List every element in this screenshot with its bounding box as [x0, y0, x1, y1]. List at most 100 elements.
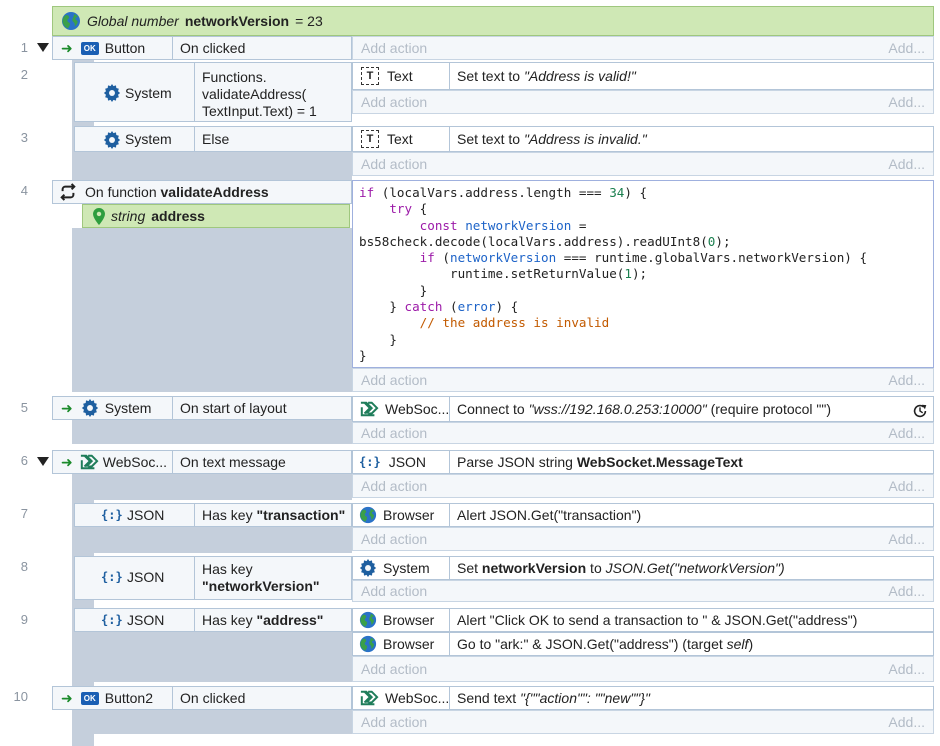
event-2-condition[interactable]: System Functions. validateAddress( TextI…: [74, 62, 352, 122]
add-action-link[interactable]: Add action: [361, 531, 427, 547]
event-7-condition[interactable]: {:} JSON Has key "transaction": [74, 503, 352, 527]
event-object-name: JSON: [127, 507, 165, 523]
add-action-row[interactable]: Add action Add...: [352, 580, 934, 602]
code-token: ) {: [495, 299, 519, 315]
code-line: } catch (error) {: [359, 299, 927, 315]
code-token: );: [715, 233, 731, 249]
event-object-name: JSON: [127, 612, 165, 628]
event-5-condition[interactable]: ➜ System On start of layout: [52, 396, 352, 420]
add-action-link[interactable]: Add action: [361, 156, 427, 172]
add-short-link[interactable]: Add...: [888, 583, 925, 599]
code-token: 1: [624, 266, 632, 282]
global-var-value: = 23: [295, 13, 323, 29]
add-short-link[interactable]: Add...: [888, 714, 925, 730]
gear-icon: [359, 559, 377, 577]
action-object-name: Browser: [383, 507, 435, 523]
code-token: // the address is invalid: [419, 315, 610, 331]
add-short-link[interactable]: Add...: [888, 661, 925, 677]
collapse-triangle-icon[interactable]: [37, 457, 49, 466]
add-action-row[interactable]: Add action Add...: [352, 36, 934, 60]
add-short-link[interactable]: Add...: [888, 531, 925, 547]
script-code-block[interactable]: if (localVars.address.length === 34) { t…: [352, 180, 934, 368]
add-action-row[interactable]: Add action Add...: [352, 656, 934, 682]
add-short-link[interactable]: Add...: [888, 94, 925, 110]
add-action-link[interactable]: Add action: [361, 583, 427, 599]
global-var-type: Global number: [87, 13, 179, 29]
add-action-link[interactable]: Add action: [361, 40, 427, 56]
action-text: Set text to "Address is invalid.": [457, 131, 647, 147]
add-action-row[interactable]: Add action Add...: [352, 368, 934, 392]
code-line: runtime.setReturnValue(1);: [359, 266, 927, 282]
row-number: 2: [20, 67, 28, 82]
collapse-triangle-icon[interactable]: [37, 43, 49, 52]
add-action-link[interactable]: Add action: [361, 661, 427, 677]
param-type: string: [111, 208, 146, 224]
event-condition-text: Has key "address": [202, 612, 324, 628]
add-action-row[interactable]: Add action Add...: [352, 90, 934, 114]
add-action-row[interactable]: Add action Add...: [352, 474, 934, 498]
action-text: Set text to "Address is valid!": [457, 68, 636, 84]
code-line: if (localVars.address.length === 34) {: [359, 185, 927, 201]
event-9-condition[interactable]: {:} JSON Has key "address": [74, 608, 352, 632]
add-short-link[interactable]: Add...: [888, 425, 925, 441]
global-var-name: networkVersion: [184, 13, 290, 29]
refresh-clock-icon[interactable]: [911, 402, 929, 420]
event-4-function-header[interactable]: On function validateAddress: [52, 180, 352, 204]
add-short-link[interactable]: Add...: [888, 40, 925, 56]
code-line: bs58check.decode(localVars.address).read…: [359, 234, 927, 250]
event-6-action[interactable]: {:} JSON Parse JSON string WebSocket.Mes…: [352, 450, 934, 474]
event-10-condition[interactable]: ➜ OK Button2 On clicked: [52, 686, 352, 710]
globe-icon: [359, 635, 377, 653]
event-10-action[interactable]: WebSoc... Send text "{""action"": ""new"…: [352, 686, 934, 710]
globe-icon: [359, 506, 377, 524]
event-1-condition[interactable]: ➜ OK Button On clicked: [52, 36, 352, 60]
code-token: error: [457, 299, 496, 315]
event-5-action[interactable]: WebSoc... Connect to "wss://192.168.0.25…: [352, 396, 934, 422]
add-action-link[interactable]: Add action: [361, 372, 427, 388]
add-action-row[interactable]: Add action Add...: [352, 527, 934, 551]
add-action-link[interactable]: Add action: [361, 478, 427, 494]
event-condition-text: On start of layout: [180, 400, 287, 416]
action-text: Alert "Click OK to send a transaction to…: [457, 612, 858, 628]
event-8-action[interactable]: System Set networkVersion to JSON.Get("n…: [352, 556, 934, 580]
button-ok-icon: OK: [80, 41, 99, 55]
code-token: =: [571, 217, 587, 233]
add-action-link[interactable]: Add action: [361, 714, 427, 730]
add-short-link[interactable]: Add...: [888, 478, 925, 494]
add-action-row[interactable]: Add action Add...: [352, 422, 934, 444]
add-action-row[interactable]: Add action Add...: [352, 152, 934, 176]
event-9-action-1[interactable]: Browser Alert "Click OK to send a transa…: [352, 608, 934, 632]
code-token: (localVars.address.length ===: [374, 185, 610, 200]
event-7-action[interactable]: Browser Alert JSON.Get("transaction"): [352, 503, 934, 527]
json-icon: {:}: [101, 508, 123, 522]
add-action-link[interactable]: Add action: [361, 425, 427, 441]
action-object-name: WebSoc...: [385, 690, 450, 706]
code-token: (: [442, 299, 458, 315]
add-action-row[interactable]: Add action Add...: [352, 710, 934, 734]
event-8-condition[interactable]: {:} JSON Has key "networkVersion": [74, 556, 352, 600]
json-icon: {:}: [359, 455, 381, 469]
event-condition-text: On clicked: [180, 690, 246, 706]
trigger-arrow-icon: ➜: [61, 453, 73, 470]
add-short-link[interactable]: Add...: [888, 156, 925, 172]
event-6-condition[interactable]: ➜ WebSoc... On text message: [52, 450, 352, 474]
event6-gutter-b: [94, 474, 352, 500]
add-action-link[interactable]: Add action: [361, 94, 427, 110]
code-token: catch: [404, 299, 443, 315]
global-variable-bar[interactable]: Global number networkVersion = 23: [52, 6, 934, 36]
code-line: try {: [359, 201, 927, 217]
add-short-link[interactable]: Add...: [888, 372, 925, 388]
event-2-action[interactable]: T Text Set text to "Address is valid!": [352, 62, 934, 90]
code-token: );: [631, 266, 648, 282]
websocket-icon: [79, 453, 99, 471]
function-parameter[interactable]: string address: [82, 204, 350, 228]
row-number: 3: [20, 130, 28, 145]
function-loop-icon: [59, 183, 77, 201]
action-object-name: System: [383, 560, 430, 576]
event-3-action[interactable]: T Text Set text to "Address is invalid.": [352, 126, 934, 152]
code-token: (: [434, 250, 451, 266]
event-object-name: Button: [104, 40, 146, 56]
event-9-action-2[interactable]: Browser Go to "ark:" & JSON.Get("address…: [352, 632, 934, 656]
event-3-condition[interactable]: System Else: [74, 126, 352, 152]
